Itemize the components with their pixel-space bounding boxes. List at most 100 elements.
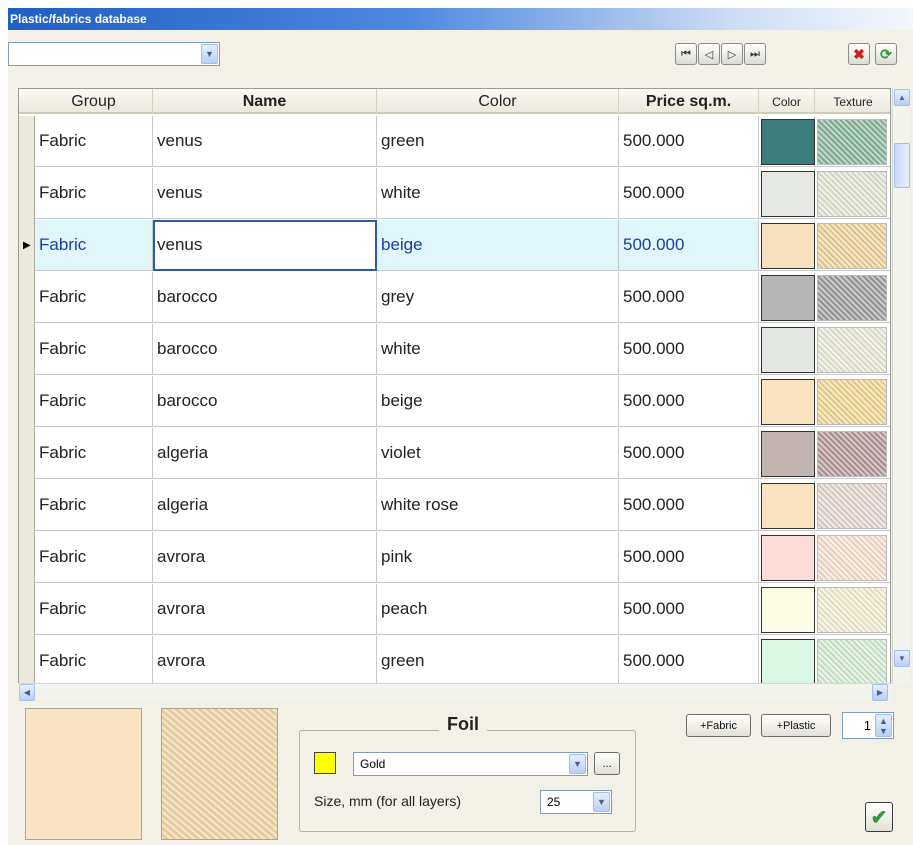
- cell-price[interactable]: 500.000: [619, 428, 759, 479]
- cell-color-swatch[interactable]: [759, 480, 815, 531]
- chevron-down-icon[interactable]: ▼: [569, 754, 586, 774]
- cell-price[interactable]: 500.000: [619, 376, 759, 427]
- cell-name[interactable]: avrora: [153, 636, 377, 683]
- cell-color[interactable]: beige: [377, 376, 619, 427]
- foil-browse-button[interactable]: ...: [594, 752, 620, 775]
- cell-price[interactable]: 500.000: [619, 584, 759, 635]
- cell-name[interactable]: venus: [153, 116, 377, 167]
- cell-texture[interactable]: [815, 636, 890, 683]
- ok-button[interactable]: ✔: [865, 802, 893, 832]
- cell-group[interactable]: Fabric: [35, 324, 153, 375]
- cell-price[interactable]: 500.000: [619, 168, 759, 219]
- header-group[interactable]: Group: [35, 89, 153, 114]
- header-color[interactable]: Color: [377, 89, 619, 114]
- cell-price[interactable]: 500.000: [619, 324, 759, 375]
- cell-group[interactable]: Fabric: [35, 220, 153, 271]
- add-fabric-button[interactable]: +Fabric: [686, 714, 751, 737]
- cell-color[interactable]: peach: [377, 584, 619, 635]
- cell-color-swatch[interactable]: [759, 116, 815, 167]
- header-color-swatch[interactable]: Color: [759, 89, 815, 114]
- cell-group[interactable]: Fabric: [35, 376, 153, 427]
- cell-color-swatch[interactable]: [759, 168, 815, 219]
- cell-texture[interactable]: [815, 116, 890, 167]
- header-name[interactable]: Name: [153, 89, 377, 114]
- cell-name[interactable]: algeria: [153, 428, 377, 479]
- cell-price[interactable]: 500.000: [619, 116, 759, 167]
- table-row[interactable]: Fabric avrora pink 500.000: [35, 532, 890, 583]
- header-price[interactable]: Price sq.m.: [619, 89, 759, 114]
- cell-color-swatch[interactable]: [759, 532, 815, 583]
- cell-color-swatch[interactable]: [759, 584, 815, 635]
- last-record-button[interactable]: ⏭: [744, 43, 766, 65]
- cell-price[interactable]: 500.000: [619, 636, 759, 683]
- cell-color[interactable]: green: [377, 636, 619, 683]
- cell-name[interactable]: barocco: [153, 272, 377, 323]
- cell-color-swatch[interactable]: [759, 636, 815, 683]
- cell-texture[interactable]: [815, 272, 890, 323]
- cell-group[interactable]: Fabric: [35, 168, 153, 219]
- cell-price[interactable]: 500.000: [619, 272, 759, 323]
- table-row[interactable]: Fabric avrora green 500.000: [35, 636, 890, 683]
- cell-color[interactable]: green: [377, 116, 619, 167]
- foil-size-select[interactable]: 25 ▼: [540, 790, 612, 814]
- prev-record-button[interactable]: ◁: [698, 43, 720, 65]
- materials-grid[interactable]: Group Name Color Price sq.m. Color Textu…: [18, 88, 891, 684]
- cell-group[interactable]: Fabric: [35, 428, 153, 479]
- cell-texture[interactable]: [815, 220, 890, 271]
- cell-color[interactable]: violet: [377, 428, 619, 479]
- cell-group[interactable]: Fabric: [35, 116, 153, 167]
- scroll-down-icon[interactable]: ▼: [894, 650, 910, 667]
- cell-name[interactable]: algeria: [153, 480, 377, 531]
- cell-name[interactable]: avrora: [153, 584, 377, 635]
- cell-color[interactable]: beige: [377, 220, 619, 271]
- cell-group[interactable]: Fabric: [35, 272, 153, 323]
- cell-color[interactable]: white: [377, 168, 619, 219]
- cell-color-swatch[interactable]: [759, 376, 815, 427]
- cell-price[interactable]: 500.000: [619, 220, 759, 271]
- cell-group[interactable]: Fabric: [35, 532, 153, 583]
- cell-group[interactable]: Fabric: [35, 636, 153, 683]
- table-row[interactable]: Fabric algeria white rose 500.000: [35, 480, 890, 531]
- cell-name[interactable]: barocco: [153, 376, 377, 427]
- first-record-button[interactable]: ⏮: [675, 43, 697, 65]
- cell-color-swatch[interactable]: [759, 324, 815, 375]
- table-row[interactable]: Fabric avrora peach 500.000: [35, 584, 890, 635]
- quantity-stepper[interactable]: 1 ▲ ▼: [842, 712, 894, 739]
- scroll-left-icon[interactable]: ◀: [19, 684, 35, 701]
- table-row[interactable]: Fabric algeria violet 500.000: [35, 428, 890, 479]
- cell-price[interactable]: 500.000: [619, 532, 759, 583]
- vertical-scrollbar[interactable]: ▲ ▼: [892, 88, 910, 684]
- table-row[interactable]: Fabric barocco beige 500.000: [35, 376, 890, 427]
- cell-color[interactable]: white: [377, 324, 619, 375]
- scroll-up-icon[interactable]: ▲: [894, 89, 910, 106]
- cell-texture[interactable]: [815, 324, 890, 375]
- chevron-down-icon[interactable]: ▼: [593, 792, 610, 812]
- add-plastic-button[interactable]: +Plastic: [761, 714, 831, 737]
- foil-select[interactable]: Gold ▼: [353, 752, 588, 776]
- stepper-arrows-icon[interactable]: ▲ ▼: [875, 714, 892, 737]
- delete-button[interactable]: ✖: [848, 43, 870, 65]
- cell-texture[interactable]: [815, 376, 890, 427]
- cell-color-swatch[interactable]: [759, 428, 815, 479]
- cell-texture[interactable]: [815, 532, 890, 583]
- cell-color[interactable]: white rose: [377, 480, 619, 531]
- cell-group[interactable]: Fabric: [35, 480, 153, 531]
- cell-group[interactable]: Fabric: [35, 584, 153, 635]
- scroll-thumb[interactable]: [894, 143, 910, 188]
- cell-texture[interactable]: [815, 584, 890, 635]
- scroll-right-icon[interactable]: ▶: [872, 684, 888, 701]
- group-filter-select[interactable]: ▼: [8, 42, 220, 66]
- table-row[interactable]: Fabric venus green 500.000: [35, 116, 890, 167]
- cell-name[interactable]: venus: [153, 220, 377, 271]
- cell-color-swatch[interactable]: [759, 272, 815, 323]
- chevron-down-icon[interactable]: ▼: [201, 44, 218, 64]
- cell-color[interactable]: pink: [377, 532, 619, 583]
- horizontal-scrollbar[interactable]: ◀ ▶: [18, 683, 891, 701]
- table-row[interactable]: Fabric barocco white 500.000: [35, 324, 890, 375]
- next-record-button[interactable]: ▷: [721, 43, 743, 65]
- foil-color-swatch[interactable]: [314, 752, 336, 774]
- cell-name[interactable]: barocco: [153, 324, 377, 375]
- cell-color-swatch[interactable]: [759, 220, 815, 271]
- cell-texture[interactable]: [815, 428, 890, 479]
- refresh-button[interactable]: ⟳: [875, 43, 897, 65]
